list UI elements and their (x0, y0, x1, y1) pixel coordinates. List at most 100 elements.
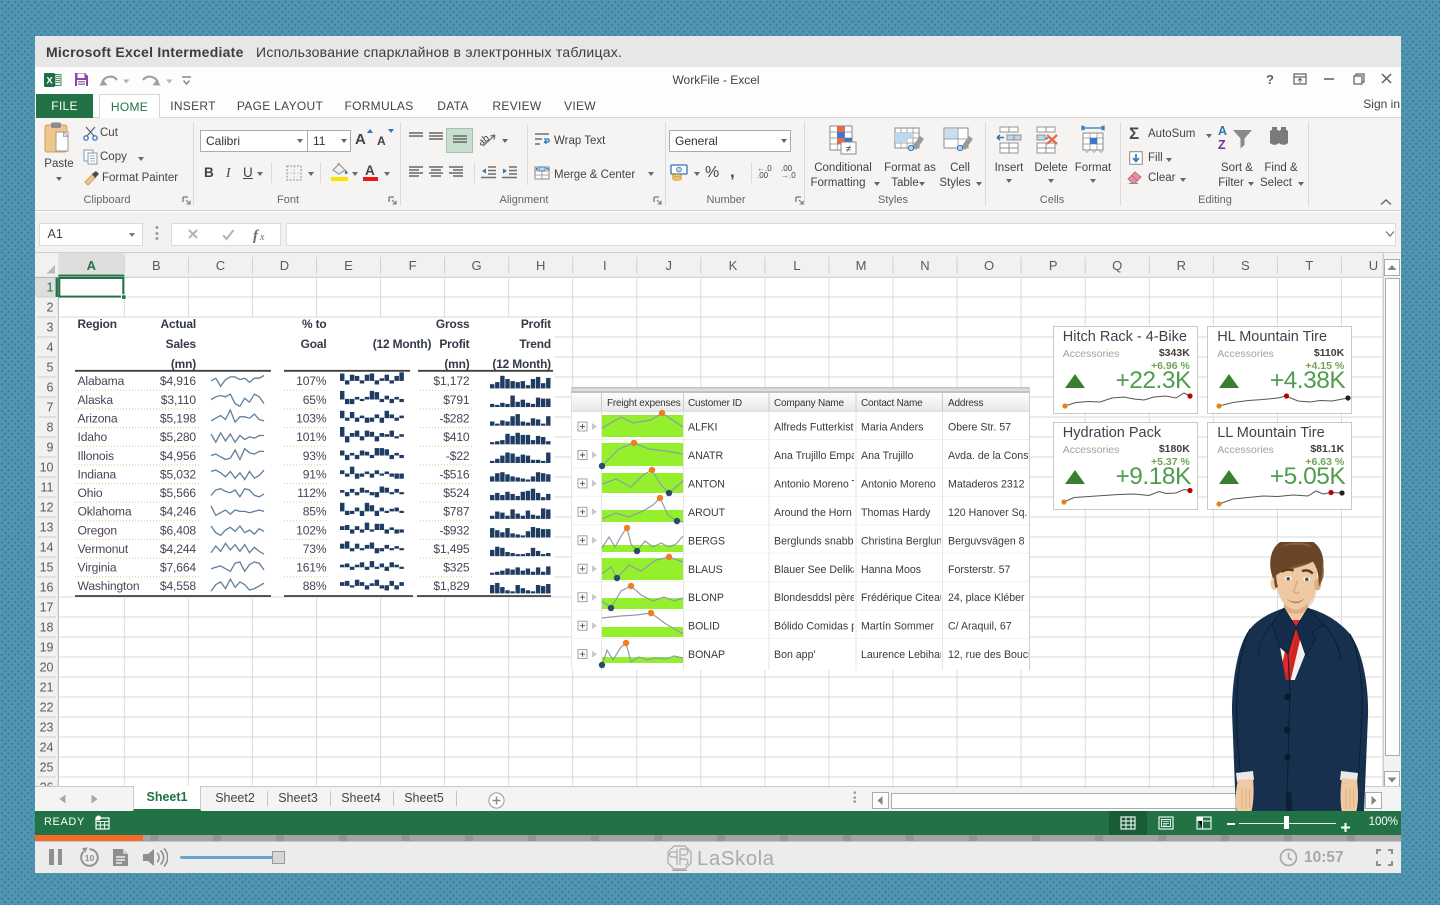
svg-text:(12 Month): (12 Month) (492, 357, 551, 371)
svg-text:$3,110: $3,110 (161, 393, 197, 407)
svg-text:$5,198: $5,198 (160, 412, 197, 426)
svg-text:107%: 107% (296, 374, 327, 388)
svg-text:Virginia: Virginia (78, 561, 117, 575)
svg-text:Oklahoma: Oklahoma (78, 505, 132, 519)
svg-text:20: 20 (40, 661, 54, 675)
svg-text:% to: % to (302, 317, 327, 331)
svg-text:9: 9 (47, 441, 54, 455)
svg-text:4: 4 (47, 341, 54, 355)
svg-text:$4,916: $4,916 (160, 374, 197, 388)
svg-text:Illonois: Illonois (78, 449, 115, 463)
svg-text:1: 1 (47, 281, 54, 295)
svg-text:$791: $791 (443, 393, 470, 407)
svg-text:N: N (920, 258, 929, 273)
svg-text:Sales: Sales (166, 337, 197, 351)
svg-text:(mn): (mn) (171, 357, 196, 371)
svg-text:Vermonut: Vermonut (78, 542, 129, 556)
svg-text:Around the Horn: Around the Horn (774, 506, 852, 518)
svg-text:17: 17 (40, 601, 54, 615)
svg-text:$410: $410 (443, 430, 470, 444)
svg-text:$325: $325 (443, 561, 470, 575)
svg-text:Frédérique Citeaux: Frédérique Citeaux (861, 592, 952, 604)
svg-text:ab: ab (480, 133, 492, 149)
svg-text:A: A (87, 258, 97, 273)
svg-text:$1,495: $1,495 (433, 542, 470, 556)
svg-text:$1,829: $1,829 (433, 579, 470, 593)
svg-text:$1,172: $1,172 (433, 374, 470, 388)
svg-text:O: O (984, 258, 994, 273)
svg-text:G: G (472, 258, 482, 273)
svg-text:C: C (216, 258, 225, 273)
svg-text:12: 12 (40, 501, 54, 515)
svg-text:8: 8 (47, 421, 54, 435)
svg-text:93%: 93% (303, 449, 327, 463)
svg-text:S: S (1241, 258, 1250, 273)
svg-text:Contact Name: Contact Name (861, 398, 923, 409)
svg-text:Arizona: Arizona (78, 412, 118, 426)
svg-text:Maria Anders: Maria Anders (861, 421, 923, 433)
svg-text:-$516: -$516 (439, 467, 470, 481)
svg-text:Berguvsvägen 8: Berguvsvägen 8 (948, 535, 1025, 547)
svg-text:ALFKI: ALFKI (688, 421, 717, 433)
svg-text:13: 13 (40, 521, 54, 535)
svg-text:Laurence Lebihan: Laurence Lebihan (861, 649, 946, 661)
svg-text:21: 21 (40, 681, 54, 695)
svg-text:Antonio Moreno: Antonio Moreno (861, 478, 936, 490)
svg-text:L: L (793, 258, 800, 273)
svg-text:12, rue des Bouchers: 12, rue des Bouchers (948, 649, 1030, 661)
svg-text:Indiana: Indiana (78, 467, 117, 481)
svg-text:C/ Araquil, 67: C/ Araquil, 67 (948, 620, 1012, 632)
svg-text:Company Name: Company Name (774, 398, 844, 409)
svg-text:E: E (344, 258, 353, 273)
svg-text:Avda. de la Constituc: Avda. de la Constituc (948, 450, 1030, 462)
svg-text:24: 24 (40, 741, 54, 755)
svg-text:$4,956: $4,956 (160, 449, 197, 463)
svg-text:Profit: Profit (521, 317, 551, 331)
svg-text:Alfreds Futterkiste: Alfreds Futterkiste (774, 421, 859, 433)
svg-text:H: H (536, 258, 545, 273)
svg-text:$5,566: $5,566 (160, 486, 197, 500)
svg-text:Address: Address (948, 398, 983, 409)
svg-text:Forsterstr. 57: Forsterstr. 57 (948, 563, 1011, 575)
svg-text:$524: $524 (443, 486, 470, 500)
svg-text:65%: 65% (303, 393, 327, 407)
svg-text:T: T (1305, 258, 1313, 273)
svg-text:2: 2 (47, 301, 54, 315)
svg-text:Thomas Hardy: Thomas Hardy (861, 506, 931, 518)
svg-text:M: M (856, 258, 867, 273)
svg-text:$6,408: $6,408 (160, 523, 197, 537)
svg-text:24, place Kléber: 24, place Kléber (948, 592, 1025, 604)
svg-text:D: D (280, 258, 289, 273)
svg-text:Hanna Moos: Hanna Moos (861, 563, 921, 575)
svg-text:Bon app': Bon app' (774, 649, 816, 661)
svg-text:(12 Month): (12 Month) (373, 337, 432, 351)
svg-text:R: R (1177, 258, 1186, 273)
svg-text:K: K (729, 258, 738, 273)
svg-text:Gross: Gross (436, 317, 470, 331)
svg-text:Trend: Trend (519, 337, 551, 351)
svg-text:Christina Berglund: Christina Berglund (861, 535, 948, 547)
svg-text:Idaho: Idaho (78, 430, 108, 444)
svg-text:16: 16 (40, 581, 54, 595)
svg-text:5: 5 (47, 361, 54, 375)
svg-text:Mataderos 2312: Mataderos 2312 (948, 478, 1025, 490)
svg-text:Oregon: Oregon (78, 523, 117, 537)
svg-text:-$932: -$932 (439, 523, 470, 537)
svg-text:BONAP: BONAP (688, 649, 725, 661)
svg-text:Ana Trujillo: Ana Trujillo (861, 450, 914, 462)
svg-text:AROUT: AROUT (688, 506, 726, 518)
svg-text:11: 11 (41, 481, 54, 495)
svg-text:Ohio: Ohio (78, 486, 103, 500)
svg-text:B: B (152, 258, 161, 273)
svg-text:Alaska: Alaska (78, 393, 114, 407)
svg-text:3: 3 (47, 321, 54, 335)
svg-text:Profit: Profit (439, 337, 469, 351)
svg-text:Goal: Goal (301, 337, 327, 351)
svg-text:(mn): (mn) (444, 357, 469, 371)
svg-text:ANATR: ANATR (688, 450, 723, 462)
svg-text:BERGS: BERGS (688, 535, 725, 547)
svg-text:-$22: -$22 (446, 449, 470, 463)
svg-text:103%: 103% (296, 412, 327, 426)
svg-text:J: J (666, 258, 673, 273)
svg-text:$7,664: $7,664 (160, 561, 197, 575)
